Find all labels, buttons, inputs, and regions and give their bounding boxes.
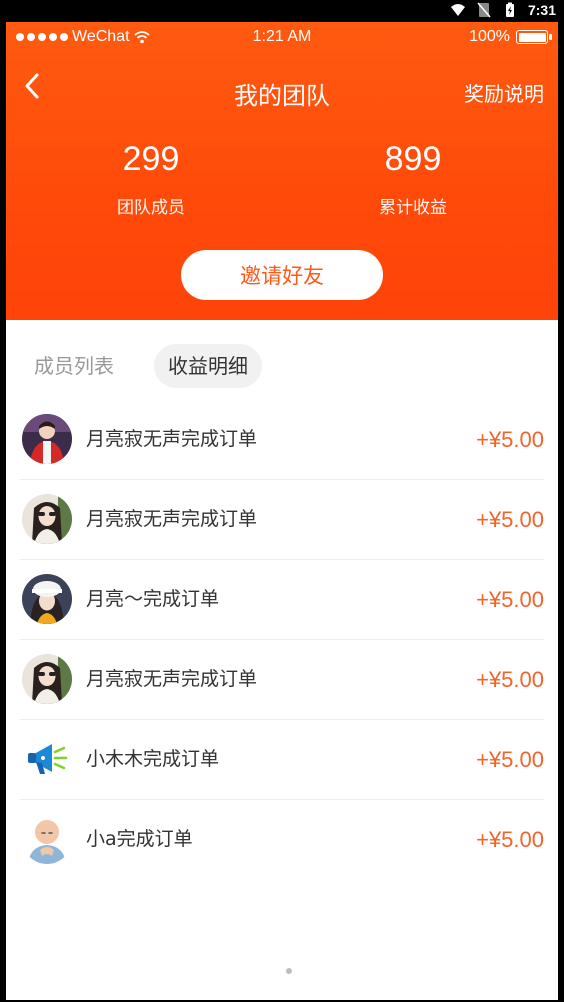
nav-bar: 我的团队 奖励说明 xyxy=(6,62,558,118)
battery-percent: 100% xyxy=(469,28,510,45)
sunglasses-girl-avatar-icon xyxy=(22,494,72,544)
earning-amount: +¥5.00 xyxy=(476,507,544,532)
red-jacket-avatar-icon xyxy=(22,414,72,464)
earning-description: 月亮～完成订单 xyxy=(86,588,220,610)
android-status-bar: 7:31 xyxy=(0,0,564,22)
avatar xyxy=(22,574,72,624)
stat-label: 累计收益 xyxy=(379,198,447,218)
white-hat-girl-avatar-icon xyxy=(22,574,72,624)
list-item[interactable]: 月亮寂无声完成订单 +¥5.00 xyxy=(20,480,544,560)
earning-description: 月亮寂无声完成订单 xyxy=(86,508,258,530)
invite-friends-button[interactable]: 邀请好友 xyxy=(181,250,383,300)
earning-description: 小木木完成订单 xyxy=(86,748,220,770)
list-item[interactable]: 月亮寂无声完成订单 +¥5.00 xyxy=(20,400,544,480)
android-clock: 7:31 xyxy=(527,2,556,18)
earning-description: 小a完成订单 xyxy=(86,828,193,850)
list-item[interactable]: 小a完成订单 +¥5.00 xyxy=(20,800,544,879)
app-screen: WeChat 1:21 AM 100% 我的团队 奖励说明 299 团队成员 8… xyxy=(6,22,558,1000)
stat-value: 299 xyxy=(122,140,180,178)
team-header: WeChat 1:21 AM 100% 我的团队 奖励说明 299 团队成员 8… xyxy=(6,22,558,320)
battery-charging-icon xyxy=(505,2,514,17)
tab-bar: 成员列表 收益明细 xyxy=(6,344,558,392)
no-sim-icon xyxy=(477,2,491,18)
list-item[interactable]: 小木木完成订单 +¥5.00 xyxy=(20,720,544,800)
megaphone-avatar-icon xyxy=(22,734,72,784)
battery-icon xyxy=(516,30,552,44)
ios-status-bar: WeChat 1:21 AM 100% xyxy=(6,22,558,52)
earning-amount: +¥5.00 xyxy=(476,667,544,692)
battery-status: 100% xyxy=(469,28,552,46)
cartoon-man-avatar-icon xyxy=(22,814,72,864)
earning-description: 月亮寂无声完成订单 xyxy=(86,668,258,690)
avatar xyxy=(22,494,72,544)
stat-team-members: 299 团队成员 xyxy=(51,140,251,218)
stat-total-earnings: 899 累计收益 xyxy=(313,140,513,218)
earning-amount: +¥5.00 xyxy=(476,587,544,612)
wifi-icon xyxy=(450,4,465,16)
avatar xyxy=(22,654,72,704)
stat-value: 899 xyxy=(384,140,442,178)
tab-member-list[interactable]: 成员列表 xyxy=(20,344,128,388)
frame-right xyxy=(558,22,564,1002)
list-item[interactable]: 月亮～完成订单 +¥5.00 xyxy=(20,560,544,640)
earning-amount: +¥5.00 xyxy=(476,427,544,452)
reward-rules-link[interactable]: 奖励说明 xyxy=(464,78,544,107)
avatar xyxy=(22,814,72,864)
sunglasses-girl-avatar-icon xyxy=(22,654,72,704)
earning-amount: +¥5.00 xyxy=(476,827,544,852)
earning-amount: +¥5.00 xyxy=(476,747,544,772)
list-item[interactable]: 月亮寂无声完成订单 +¥5.00 xyxy=(20,640,544,720)
stat-label: 团队成员 xyxy=(117,198,185,218)
earning-description: 月亮寂无声完成订单 xyxy=(86,428,258,450)
earnings-list: 月亮寂无声完成订单 +¥5.00 月亮寂无声完成订单 +¥5.00 月亮～完成订… xyxy=(6,400,558,879)
avatar xyxy=(22,414,72,464)
tab-earnings-detail[interactable]: 收益明细 xyxy=(154,344,262,388)
avatar xyxy=(22,734,72,784)
page-indicator-dot xyxy=(286,968,292,974)
